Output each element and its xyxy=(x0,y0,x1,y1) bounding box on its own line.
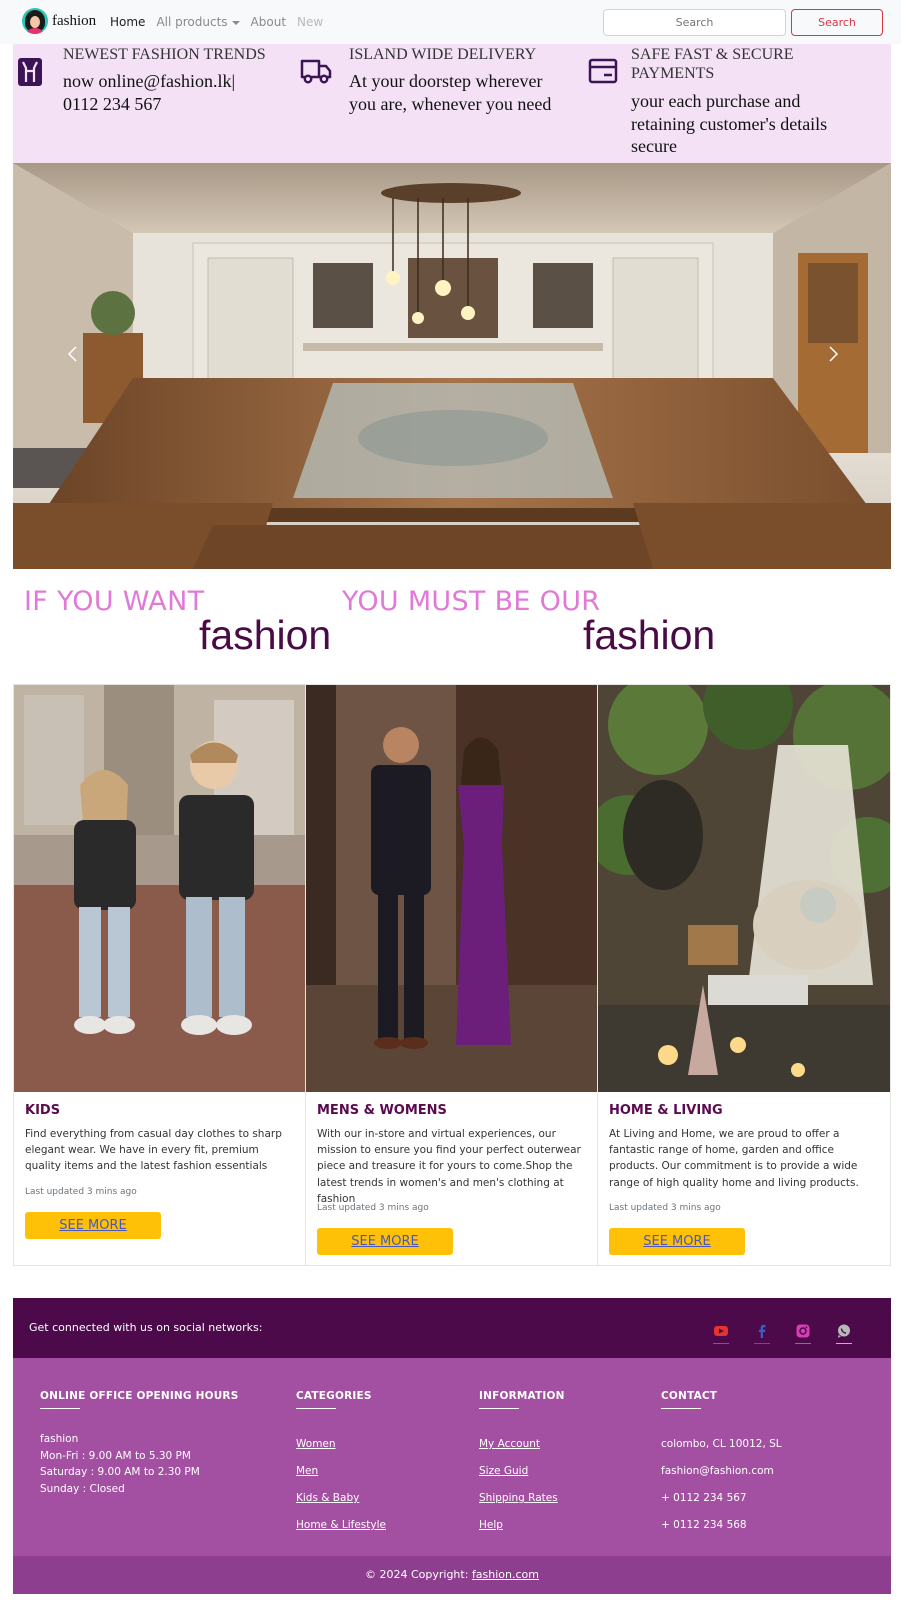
footer-contact-phone: + 0112 234 567 xyxy=(661,1492,747,1504)
card-home-living-updated: Last updated 3 mins ago xyxy=(609,1203,721,1213)
hero-carousel[interactable] xyxy=(13,163,891,569)
nav-about[interactable]: About xyxy=(251,15,286,29)
card-mens-womens: MENS & WOMENS With our in-store and virt… xyxy=(306,685,598,1265)
card-kids-text: Find everything from casual day clothes … xyxy=(25,1128,282,1173)
footer-link-size-guide[interactable]: Size Guid xyxy=(479,1458,565,1485)
tagline-word1: fashion xyxy=(199,612,332,658)
footer-information-heading: INFORMATION xyxy=(479,1390,565,1402)
footer-hours-line: Sunday : Closed xyxy=(40,1482,125,1495)
navbar: fashion Home All products About New Sear… xyxy=(0,0,901,44)
whatsapp-icon[interactable] xyxy=(836,1324,852,1344)
footer-categories: CATEGORIES Women Men Kids & Baby Home & … xyxy=(296,1390,386,1539)
nav-all-products-dropdown[interactable]: All products xyxy=(156,15,240,29)
footer-hours-line: Mon-Fri : 9.00 AM to 5.30 PM xyxy=(40,1449,191,1462)
brand-logo[interactable]: fashion xyxy=(22,8,96,34)
tagline-word2: fashion xyxy=(583,612,716,658)
tagline-part1: IF YOU WANT xyxy=(24,586,205,617)
feature-payments-title: SAFE FAST & SECURE PAYMENTS xyxy=(631,46,794,83)
category-cards: KIDS Find everything from casual day clo… xyxy=(13,684,891,1266)
nav-all-products-label: All products xyxy=(156,15,228,29)
facebook-icon[interactable] xyxy=(754,1324,770,1344)
card-mens-womens-updated: Last updated 3 mins ago xyxy=(317,1203,429,1213)
footer-categories-heading: CATEGORIES xyxy=(296,1390,372,1402)
footer-divider xyxy=(479,1408,519,1409)
tagline-part2: YOU MUST BE OUR xyxy=(342,586,601,617)
search-input[interactable] xyxy=(603,9,786,36)
footer-link-shipping-rates[interactable]: Shipping Rates xyxy=(479,1485,565,1512)
clothing-tag-icon xyxy=(18,58,42,86)
card-mens-womens-see-more-button[interactable]: SEE MORE xyxy=(317,1228,453,1255)
card-home-living-see-more-button[interactable]: SEE MORE xyxy=(609,1228,745,1255)
hero-slide-image xyxy=(13,163,891,569)
feature-trends-title: NEWEST FASHION TRENDS xyxy=(63,46,266,63)
footer-link-help[interactable]: Help xyxy=(479,1512,565,1539)
card-kids-updated: Last updated 3 mins ago xyxy=(25,1187,137,1197)
card-home-living-image xyxy=(598,685,890,1092)
footer-information: INFORMATION My Account Size Guid Shippin… xyxy=(479,1390,565,1539)
brand-name: fashion xyxy=(52,12,97,29)
nav-home[interactable]: Home xyxy=(110,15,145,29)
footer-hours-heading: ONLINE OFFICE OPENING HOURS xyxy=(40,1390,239,1402)
footer-link-my-account[interactable]: My Account xyxy=(479,1431,565,1458)
footer-hours-line: fashion xyxy=(40,1433,79,1445)
credit-card-icon xyxy=(588,58,618,84)
card-mens-womens-text: With our in-store and virtual experience… xyxy=(317,1128,581,1205)
footer-link-kids-baby[interactable]: Kids & Baby xyxy=(296,1485,386,1512)
footer-contact: CONTACT colombo, CL 10012, SL fashion@fa… xyxy=(661,1390,782,1539)
chevron-right-icon[interactable] xyxy=(825,346,841,362)
feature-bar: NEWEST FASHION TRENDS now online@fashion… xyxy=(13,44,891,163)
feature-payments-text: your each purchase and retaining custome… xyxy=(631,91,828,156)
social-text: Get connected with us on social networks… xyxy=(29,1321,263,1334)
footer-link-women[interactable]: Women xyxy=(296,1431,386,1458)
footer-divider xyxy=(661,1408,701,1409)
card-kids-see-more-button[interactable]: SEE MORE xyxy=(25,1212,161,1239)
footer-contact-email: fashion@fashion.com xyxy=(661,1465,774,1477)
footer-contact-heading: CONTACT xyxy=(661,1390,718,1402)
feature-delivery-title: ISLAND WIDE DELIVERY xyxy=(349,46,537,63)
footer: ONLINE OFFICE OPENING HOURS fashion Mon-… xyxy=(13,1358,891,1556)
footer-contact-phone: + 0112 234 568 xyxy=(661,1519,747,1531)
chevron-left-icon[interactable] xyxy=(65,346,81,362)
footer-divider xyxy=(296,1408,336,1409)
card-kids: KIDS Find everything from casual day clo… xyxy=(14,685,306,1265)
copyright-link[interactable]: fashion.com xyxy=(472,1568,539,1581)
footer-link-home-lifestyle[interactable]: Home & Lifestyle xyxy=(296,1512,386,1539)
nav-new: New xyxy=(297,15,324,29)
instagram-icon[interactable] xyxy=(795,1324,811,1344)
card-home-living-text: At Living and Home, we are proud to offe… xyxy=(609,1128,859,1189)
footer-contact-address: colombo, CL 10012, SL xyxy=(661,1438,782,1450)
brand-avatar-icon xyxy=(22,8,48,34)
card-home-living: HOME & LIVING At Living and Home, we are… xyxy=(598,685,890,1265)
card-kids-image xyxy=(14,685,305,1092)
social-bar: Get connected with us on social networks… xyxy=(13,1298,891,1358)
footer-hours: ONLINE OFFICE OPENING HOURS fashion Mon-… xyxy=(40,1390,238,1497)
youtube-icon[interactable] xyxy=(713,1324,729,1344)
card-kids-title: KIDS xyxy=(25,1103,61,1118)
card-mens-womens-image xyxy=(306,685,597,1092)
feature-trends-text: now online@fashion.lk| 0112 234 567 xyxy=(63,71,236,114)
copyright-text: © 2024 Copyright: xyxy=(364,1568,472,1581)
card-home-living-title: HOME & LIVING xyxy=(609,1103,723,1118)
footer-hours-line: Saturday : 9.00 AM to 2.30 PM xyxy=(40,1466,200,1478)
copyright-bar: © 2024 Copyright: fashion.com xyxy=(13,1556,891,1594)
footer-divider xyxy=(40,1408,80,1409)
truck-icon xyxy=(300,59,332,84)
nav-links: Home All products About New xyxy=(110,15,334,29)
caret-down-icon xyxy=(231,20,240,25)
footer-link-men[interactable]: Men xyxy=(296,1458,386,1485)
feature-delivery-text: At your doorstep wherever you are, whene… xyxy=(349,71,552,114)
card-mens-womens-title: MENS & WOMENS xyxy=(317,1103,447,1118)
search-button[interactable]: Search xyxy=(791,9,883,36)
